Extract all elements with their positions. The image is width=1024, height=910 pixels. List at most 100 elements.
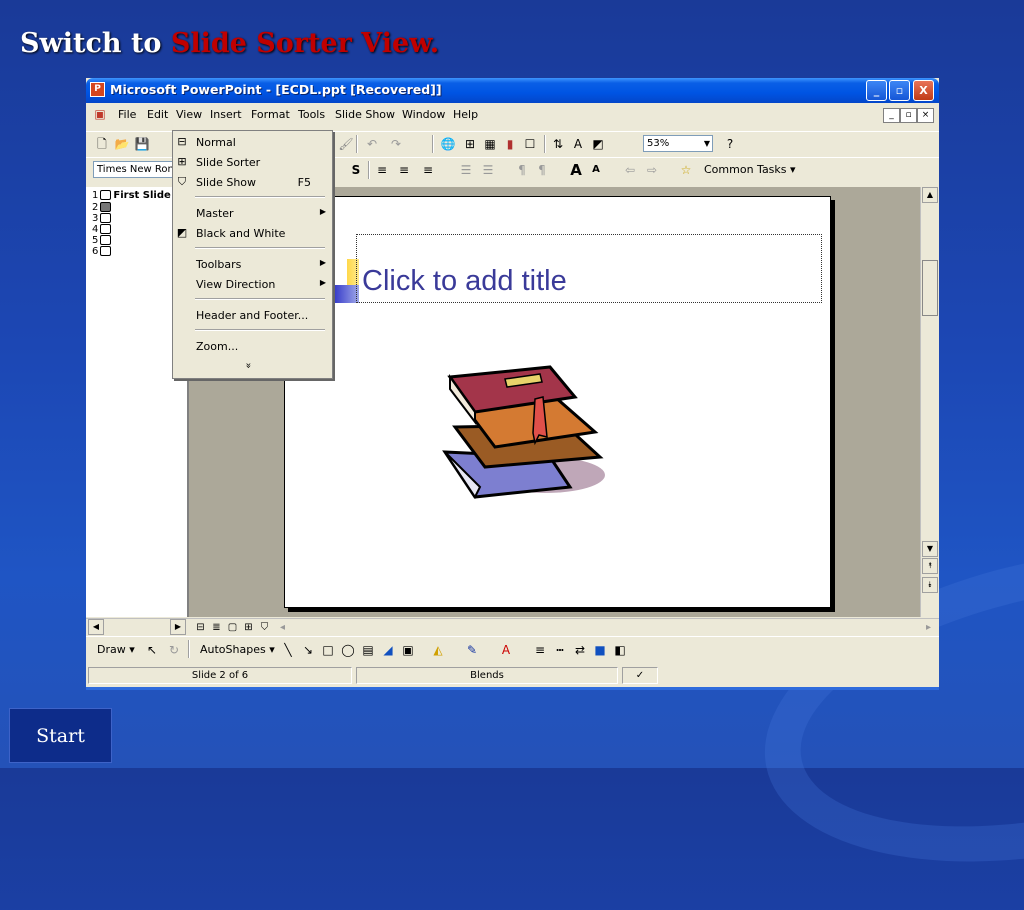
- new-slide-icon[interactable]: ☐: [522, 136, 538, 152]
- scroll-right-icon[interactable]: ▶: [170, 619, 186, 635]
- slide-show-view-icon[interactable]: ⛉: [258, 621, 271, 634]
- insert-table-icon[interactable]: ⊞: [462, 136, 478, 152]
- select-pointer-icon[interactable]: ↖: [144, 642, 160, 658]
- common-tasks-icon[interactable]: ☆: [678, 162, 694, 178]
- align-left-icon[interactable]: ≡: [374, 162, 390, 178]
- arrow-style-icon[interactable]: ⇄: [572, 642, 588, 658]
- clipart-icon[interactable]: ▣: [400, 642, 416, 658]
- decrease-font-icon[interactable]: A: [588, 162, 604, 178]
- doc-minimize-button[interactable]: _: [883, 108, 900, 123]
- expand-menu-icon[interactable]: »: [243, 362, 254, 368]
- format-painter-icon[interactable]: 🖌: [338, 136, 354, 152]
- hyperlink-icon[interactable]: 🌐: [440, 136, 456, 152]
- maximize-button[interactable]: ▫: [889, 80, 910, 101]
- wordart-icon[interactable]: ◢: [380, 642, 396, 658]
- help-icon[interactable]: ?: [722, 136, 738, 152]
- promote-icon[interactable]: ⇦: [622, 162, 638, 178]
- outline-view-icon[interactable]: ≣: [210, 621, 223, 634]
- outline-slide-4[interactable]: 4: [92, 224, 113, 235]
- scroll-down-icon[interactable]: ▼: [922, 541, 938, 557]
- menu-tools[interactable]: Tools: [298, 108, 325, 121]
- view-menu-view-direction[interactable]: View Direction ▶: [173, 275, 332, 294]
- menu-help[interactable]: Help: [453, 108, 478, 121]
- line-icon[interactable]: ╲: [280, 642, 296, 658]
- insert-chart-icon[interactable]: ▮: [502, 136, 518, 152]
- doc-restore-button[interactable]: ▫: [900, 108, 917, 123]
- menu-format[interactable]: Format: [251, 108, 290, 121]
- undo-icon[interactable]: ↶: [364, 136, 380, 152]
- hscroll-right-icon[interactable]: ▸: [922, 621, 935, 634]
- previous-slide-icon[interactable]: ⯭: [922, 558, 938, 574]
- tables-borders-icon[interactable]: ▦: [482, 136, 498, 152]
- menu-insert[interactable]: Insert: [210, 108, 242, 121]
- scroll-up-icon[interactable]: ▲: [922, 187, 938, 203]
- menu-file[interactable]: File: [118, 108, 136, 121]
- line-color-icon[interactable]: ✎: [464, 642, 480, 658]
- vertical-scrollbar[interactable]: ▲ ▼ ⯭ ⯯: [920, 187, 939, 617]
- view-menu-zoom[interactable]: Zoom...: [173, 337, 332, 356]
- align-right-icon[interactable]: ≡: [420, 162, 436, 178]
- increase-font-icon[interactable]: A: [568, 162, 584, 178]
- text-box-icon[interactable]: ▤: [360, 642, 376, 658]
- document-icon[interactable]: ▣: [92, 106, 108, 122]
- view-menu-header-footer[interactable]: Header and Footer...: [173, 306, 332, 325]
- font-select[interactable]: Times New Ron: [93, 161, 173, 178]
- zoom-select[interactable]: 53% ▼: [643, 135, 713, 152]
- minimize-button[interactable]: _: [866, 80, 887, 101]
- line-style-icon[interactable]: ≡: [532, 642, 548, 658]
- doc-close-button[interactable]: ×: [917, 108, 934, 123]
- menu-slide-show[interactable]: Slide Show: [335, 108, 395, 121]
- expand-all-icon[interactable]: ⇅: [550, 136, 566, 152]
- outline-slide-6[interactable]: 6: [92, 246, 113, 257]
- show-formatting-icon[interactable]: A: [570, 136, 586, 152]
- view-menu-toolbars[interactable]: Toolbars ▶: [173, 255, 332, 274]
- next-slide-icon[interactable]: ⯯: [922, 577, 938, 593]
- hscroll-left-icon[interactable]: ◂: [276, 621, 289, 634]
- free-rotate-icon[interactable]: ↻: [166, 642, 182, 658]
- scroll-thumb[interactable]: [922, 260, 938, 316]
- outline-slide-5[interactable]: 5: [92, 235, 113, 246]
- arrow-icon[interactable]: ↘: [300, 642, 316, 658]
- outline-slide-3[interactable]: 3: [92, 213, 113, 224]
- slide-view-icon[interactable]: ▢: [226, 621, 239, 634]
- numbering-icon[interactable]: ☰: [458, 162, 474, 178]
- view-menu-black-and-white[interactable]: ◩ Black and White: [173, 224, 332, 243]
- spelling-status-icon[interactable]: ✓: [622, 667, 658, 684]
- outline-slide-1[interactable]: 1 First Slide: [92, 190, 171, 201]
- view-menu-slide-show[interactable]: ⛉ Slide Show F5: [173, 173, 332, 192]
- fill-color-icon[interactable]: ◭: [430, 642, 446, 658]
- menu-edit[interactable]: Edit: [147, 108, 168, 121]
- ltr-icon[interactable]: ¶: [514, 162, 530, 178]
- rtl-icon[interactable]: ¶: [534, 162, 550, 178]
- rectangle-icon[interactable]: □: [320, 642, 336, 658]
- open-folder-icon[interactable]: 📂: [114, 136, 130, 152]
- shadow-style-icon[interactable]: ■: [592, 642, 608, 658]
- menu-window[interactable]: Window: [402, 108, 445, 121]
- align-center-icon[interactable]: ≡: [396, 162, 412, 178]
- close-button[interactable]: X: [913, 80, 934, 101]
- demote-icon[interactable]: ⇨: [644, 162, 660, 178]
- common-tasks-button[interactable]: Common Tasks ▾: [704, 163, 796, 176]
- redo-icon[interactable]: ↷: [388, 136, 404, 152]
- view-menu-slide-sorter[interactable]: ⊞ Slide Sorter: [173, 153, 332, 172]
- new-file-icon[interactable]: 🗋: [94, 136, 110, 152]
- dash-style-icon[interactable]: ┅: [552, 642, 568, 658]
- view-menu-master[interactable]: Master ▶: [173, 204, 332, 223]
- font-color-icon[interactable]: A: [498, 642, 514, 658]
- powerpoint-app-icon[interactable]: P: [90, 82, 105, 97]
- normal-view-icon[interactable]: ⊟: [194, 621, 207, 634]
- save-icon[interactable]: 💾: [134, 136, 150, 152]
- view-menu-normal[interactable]: ⊟ Normal: [173, 133, 332, 152]
- slide-canvas[interactable]: Click to add title: [284, 196, 831, 608]
- autoshapes-menu-button[interactable]: AutoShapes ▾: [200, 643, 275, 656]
- shadow-icon[interactable]: S: [348, 162, 364, 178]
- menu-view[interactable]: View: [176, 108, 202, 121]
- outline-slide-2[interactable]: 2: [92, 202, 113, 213]
- grayscale-preview-icon[interactable]: ◩: [590, 136, 606, 152]
- draw-menu-button[interactable]: Draw ▾: [97, 643, 135, 656]
- title-placeholder[interactable]: Click to add title: [356, 234, 822, 303]
- 3d-style-icon[interactable]: ◧: [612, 642, 628, 658]
- oval-icon[interactable]: ◯: [340, 642, 356, 658]
- bullets-icon[interactable]: ☰: [480, 162, 496, 178]
- slide-sorter-view-icon[interactable]: ⊞: [242, 621, 255, 634]
